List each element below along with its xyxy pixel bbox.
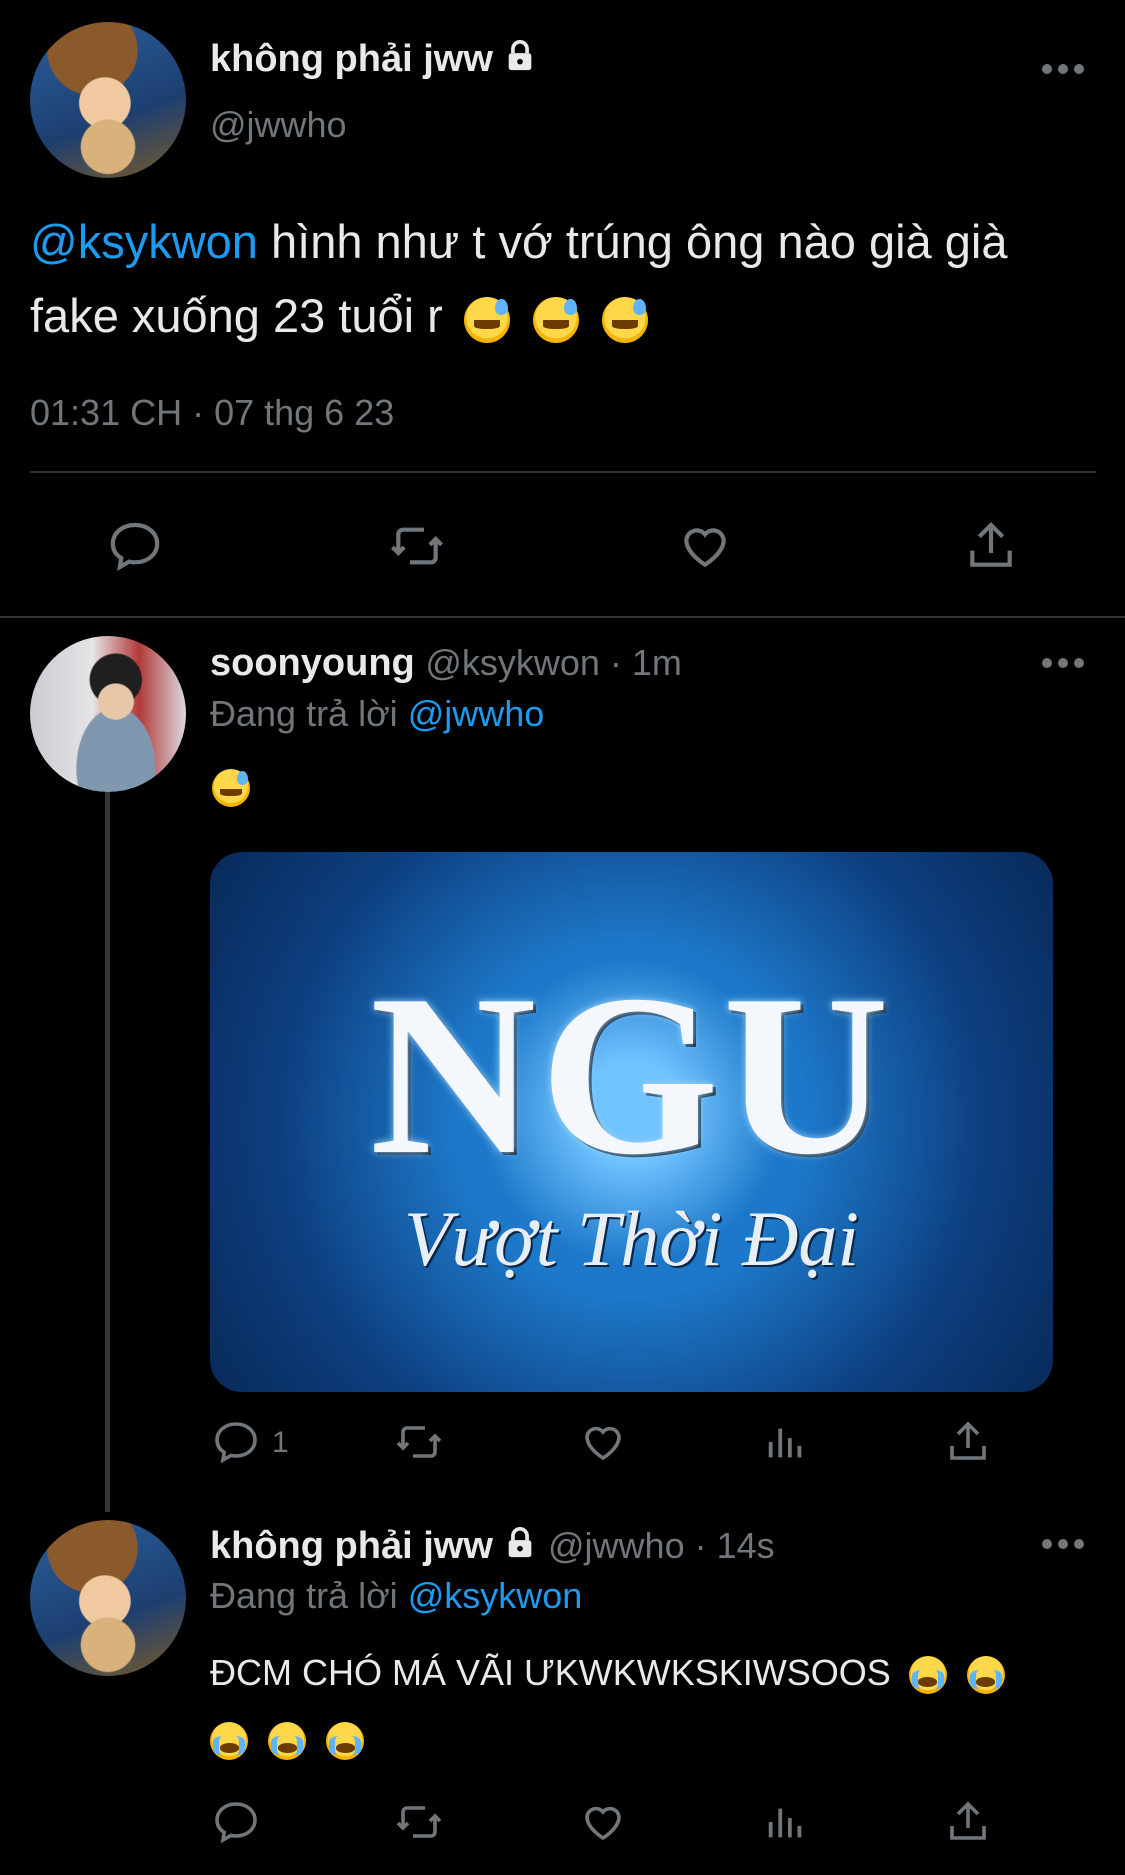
main-tweet-text: @ksykwon hình như t vớ trúng ông nào già… xyxy=(30,205,1110,353)
avatar-ksykwon[interactable] xyxy=(30,636,186,792)
reply2-display-name[interactable]: không phải jww xyxy=(210,1525,493,1567)
media-subtitle-text: Vượt Thời Đại xyxy=(403,1195,860,1282)
replying-prefix: Đang trả lời xyxy=(210,1575,408,1616)
share-icon[interactable] xyxy=(944,1798,992,1851)
avatar-jwwho[interactable] xyxy=(30,22,186,178)
reply2-replying-to: Đang trả lời @ksykwon xyxy=(210,1575,582,1617)
sweat-smile-emoji xyxy=(212,769,250,807)
tweet-text-line2: fake xuống 23 tuổi r xyxy=(30,289,443,342)
loudly-crying-emoji xyxy=(268,1722,307,1761)
loudly-crying-emoji xyxy=(908,1656,947,1695)
reply-count: 1 xyxy=(272,1426,289,1459)
mention-link[interactable]: @ksykwon xyxy=(30,215,258,268)
replying-to-link[interactable]: @jwwho xyxy=(408,693,545,734)
retweet-icon[interactable] xyxy=(394,1798,444,1851)
loudly-crying-emoji xyxy=(966,1656,1005,1695)
reply1-media-image[interactable]: NGU Vượt Thời Đại xyxy=(210,852,1053,1392)
avatar-jwwho[interactable] xyxy=(30,1520,186,1676)
thread-connector-line xyxy=(105,792,110,1512)
share-icon[interactable] xyxy=(944,1418,992,1471)
retweet-icon[interactable] xyxy=(388,518,446,579)
section-divider xyxy=(0,616,1125,618)
reply1-handle-time: @ksykwon · 1m xyxy=(425,642,682,683)
like-icon[interactable] xyxy=(579,1418,627,1471)
reply2-text-content: ĐCM CHÓ MÁ VÃI ƯKWKWKSKIWSOOS xyxy=(210,1652,891,1693)
lock-icon xyxy=(503,39,537,83)
tweet-timestamp[interactable]: 01:31 CH · 07 thg 6 23 xyxy=(30,392,394,434)
reply2-header: không phải jww @jwwho · 14s xyxy=(210,1525,775,1570)
reply1-display-name[interactable]: soonyoung xyxy=(210,642,415,684)
sweat-smile-emoji xyxy=(463,296,510,343)
main-tweet-display-name: không phải jww xyxy=(210,38,537,83)
lock-icon xyxy=(503,1526,537,1570)
reply-icon[interactable] xyxy=(107,518,163,579)
more-icon[interactable] xyxy=(1040,1537,1086,1556)
reply1-header: soonyoung @ksykwon · 1m xyxy=(210,642,682,685)
reply2-handle-time: @jwwho · 14s xyxy=(548,1525,775,1566)
analytics-icon[interactable] xyxy=(763,1798,809,1851)
main-tweet-handle[interactable]: @jwwho xyxy=(210,104,347,146)
reply2-text: ĐCM CHÓ MÁ VÃI ƯKWKWKSKIWSOOS xyxy=(210,1640,1090,1772)
more-icon[interactable] xyxy=(1040,62,1086,81)
share-icon[interactable] xyxy=(963,518,1019,579)
loudly-crying-emoji xyxy=(210,1722,248,1761)
reply1-replying-to: Đang trả lời @jwwho xyxy=(210,693,544,735)
media-title-text: NGU xyxy=(369,947,894,1202)
like-icon[interactable] xyxy=(579,1798,627,1851)
display-name-text: không phải jww xyxy=(210,38,493,80)
loudly-crying-emoji xyxy=(326,1722,365,1761)
sweat-smile-emoji xyxy=(532,296,579,343)
replying-prefix: Đang trả lời xyxy=(210,693,408,734)
reply-icon[interactable] xyxy=(212,1798,260,1851)
retweet-icon[interactable] xyxy=(394,1418,444,1471)
reply-icon[interactable] xyxy=(212,1418,260,1471)
replying-to-link[interactable]: @ksykwon xyxy=(408,1575,583,1616)
more-icon[interactable] xyxy=(1040,656,1086,675)
like-icon[interactable] xyxy=(677,518,733,579)
tweet-text-line1: hình như t vớ trúng ông nào già già xyxy=(257,215,1008,268)
timestamp-divider xyxy=(30,471,1096,473)
sweat-smile-emoji xyxy=(602,296,649,343)
analytics-icon[interactable] xyxy=(763,1418,809,1471)
